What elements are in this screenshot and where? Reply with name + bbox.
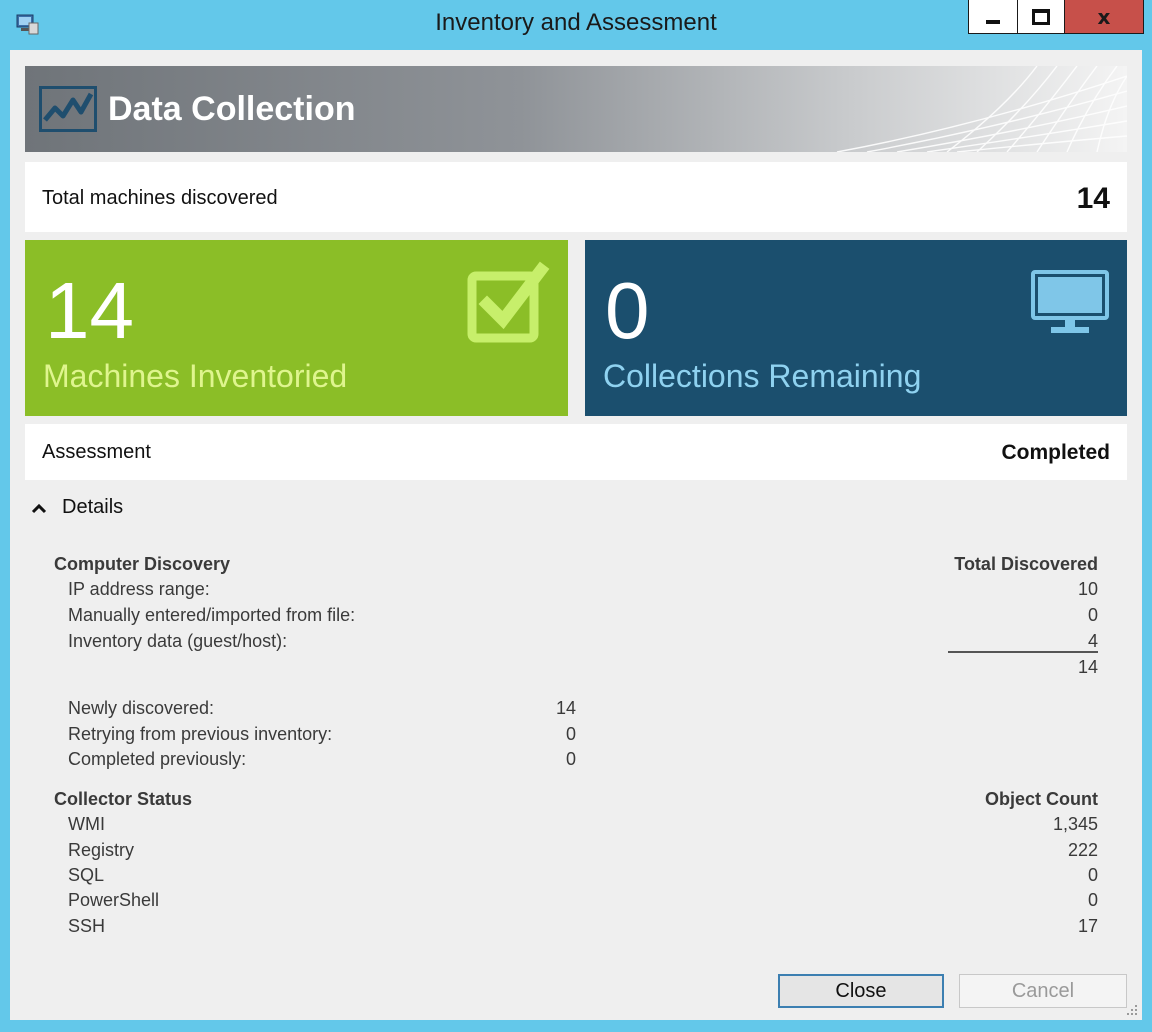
details-toggle[interactable]: Details [30,496,123,519]
computer-discovery-title: Computer Discovery [54,554,231,574]
assessment-status: Completed [1001,441,1110,464]
checkbox-checked-icon [467,261,550,343]
total-machines-row: Total machines discovered 14 [25,162,1127,232]
inventory-data-label: Inventory data (guest/host): [68,631,288,651]
close-button[interactable]: Close [778,974,944,1008]
collector-registry-value: 222 [1067,840,1098,860]
chart-line-icon [39,86,97,132]
machines-inventoried-count: 14 [45,266,134,355]
close-icon: x [1097,4,1111,29]
machines-inventoried-caption: Machines Inventoried [43,358,348,394]
banner-mesh-graphic [836,66,1127,152]
retrying-value: 0 [565,724,576,744]
collector-powershell-value: 0 [1087,890,1098,910]
dialog-content: Data Collection Total machines discovere… [10,50,1142,1020]
inventory-data-value: 4 [1087,631,1098,651]
details-label: Details [62,496,124,518]
collections-remaining-caption: Collections Remaining [603,358,922,394]
ip-range-label: IP address range: [68,579,210,599]
header-banner: Data Collection [25,66,1127,152]
newly-discovered-label: Newly discovered: [68,698,215,718]
retrying-label: Retrying from previous inventory: [68,724,333,744]
collector-ssh-value: 17 [1077,916,1098,936]
completed-previously-value: 0 [565,749,576,769]
monitor-icon [1031,270,1109,333]
dialog-window: Inventory and Assessment x Data Collecti… [0,0,1152,1032]
resize-grip-icon[interactable] [1124,1002,1138,1016]
window-close-button[interactable]: x [1064,0,1144,34]
collections-remaining-tile: 0 Collections Remaining [585,240,1127,416]
manual-entry-label: Manually entered/imported from file: [68,605,356,625]
total-discovered-header: Total Discovered [954,554,1098,574]
ip-range-value: 10 [1077,579,1098,599]
collector-ssh-label: SSH [68,916,106,936]
collector-wmi-label: WMI [68,814,105,834]
title-bar[interactable]: Inventory and Assessment x [0,0,1152,50]
discovered-total-value: 14 [1077,657,1098,677]
assessment-row: Assessment Completed [25,424,1127,480]
banner-title: Data Collection [108,90,356,128]
collector-status-title: Collector Status [54,789,193,809]
manual-entry-value: 0 [1087,605,1098,625]
collections-remaining-count: 0 [605,266,650,355]
total-machines-value: 14 [1076,182,1110,215]
collector-sql-value: 0 [1087,865,1098,885]
minimize-icon [986,19,1000,24]
chevron-up-icon [31,503,47,513]
collector-wmi-value: 1,345 [1052,814,1098,834]
maximize-icon [1032,8,1050,25]
total-machines-label: Total machines discovered [42,187,278,209]
cancel-button[interactable]: Cancel [959,974,1127,1008]
maximize-button[interactable] [1017,0,1065,34]
machines-inventoried-tile: 14 Machines Inventoried [25,240,568,416]
collector-registry-label: Registry [68,840,135,860]
object-count-header: Object Count [985,789,1098,809]
sum-divider [948,651,1098,653]
assessment-label: Assessment [42,441,151,463]
collector-powershell-label: PowerShell [68,890,160,910]
completed-previously-label: Completed previously: [68,749,247,769]
minimize-button[interactable] [968,0,1018,34]
newly-discovered-value: 14 [555,698,576,718]
collector-sql-label: SQL [68,865,105,885]
